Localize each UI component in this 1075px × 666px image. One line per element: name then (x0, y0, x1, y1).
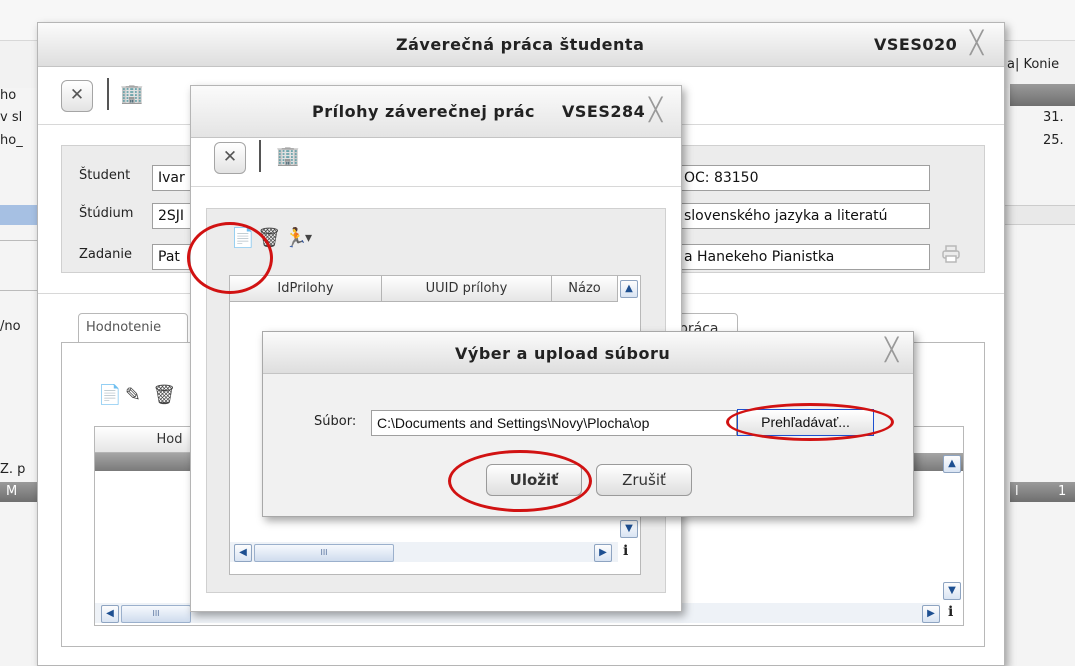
attachments-scroll-thumb[interactable]: III (254, 544, 394, 562)
background-fragment: v sl (0, 110, 23, 125)
browse-button-label: Prehľadávať... (761, 414, 850, 430)
save-button[interactable]: Uložiť (486, 464, 582, 496)
attachments-window-close-icon[interactable]: ╳ (649, 98, 662, 123)
study-field-right[interactable]: slovenského jazyka a literatú (678, 203, 930, 229)
organization-tree-icon[interactable]: 🏢 (276, 147, 300, 166)
delete-icon[interactable]: 🗑 (152, 386, 176, 405)
scroll-up-icon: ▲ (948, 458, 956, 469)
attachments-scroll-right-button[interactable]: ▶ (594, 544, 612, 562)
background-value: 31. (1043, 110, 1064, 125)
background-value: 25. (1043, 133, 1064, 148)
scroll-right-icon: ▶ (927, 608, 935, 619)
main-window-title: Záverečná práca študenta (396, 35, 645, 54)
column-uuid[interactable]: UUID prílohy (382, 276, 552, 302)
add-attachment-icon[interactable]: 📄 (231, 229, 255, 248)
attachments-scroll-up-button[interactable]: ▲ (620, 280, 638, 298)
save-button-label: Uložiť (509, 471, 559, 489)
chevron-down-icon[interactable]: ▾ (305, 231, 312, 245)
study-label: Štúdium (79, 206, 134, 221)
background-fragment: M (6, 484, 18, 499)
scroll-left-icon: ◀ (239, 547, 247, 558)
tab-hodnotenie[interactable]: Hodnotenie (78, 313, 188, 343)
grid-column-label: Hod (156, 432, 183, 447)
background-line (0, 240, 40, 241)
background-right-panel (1000, 205, 1075, 225)
attachments-info-icon[interactable]: i (623, 543, 628, 559)
background-fragment: ho_ (0, 133, 23, 148)
assignment-field-right[interactable]: a Hanekeho Pianistka (678, 244, 930, 270)
attachments-window-title: Prílohy záverečnej prác (312, 102, 536, 121)
scroll-left-icon: ◀ (106, 608, 114, 619)
browse-button[interactable]: Prehľadávať... (737, 409, 874, 436)
grid-info-icon[interactable]: i (948, 604, 953, 620)
background-column-header: a| Konie (1007, 57, 1060, 72)
grid-scroll-left-button[interactable]: ◀ (101, 605, 119, 623)
background-value: l (1015, 484, 1019, 499)
background-fragment: /no (0, 319, 21, 334)
scroll-up-icon: ▲ (625, 283, 633, 294)
delete-attachment-icon[interactable]: 🗑 (257, 229, 281, 248)
grid-scroll-up-button[interactable]: ▲ (943, 455, 961, 473)
file-path-input[interactable]: C:\Documents and Settings\Novy\Plocha\op (371, 410, 737, 436)
cancel-button[interactable]: Zrušiť (596, 464, 692, 496)
background-selection-bar (0, 205, 40, 225)
scroll-down-icon: ▼ (948, 585, 956, 596)
scroll-right-icon: ▶ (599, 547, 607, 558)
column-idprilohy[interactable]: IdPrilohy (230, 276, 382, 302)
column-idprilohy-label: IdPrilohy (277, 281, 334, 296)
background-line (0, 290, 40, 291)
attachments-scroll-left-button[interactable]: ◀ (234, 544, 252, 562)
scroll-down-icon: ▼ (625, 523, 633, 534)
attachments-close-button[interactable]: ✕ (214, 142, 246, 174)
main-window-close-icon[interactable]: ╳ (970, 31, 983, 56)
grid-scroll-down-button[interactable]: ▼ (943, 582, 961, 600)
background-dark-bar-right (1010, 84, 1075, 106)
attachments-window-title-bar[interactable]: Prílohy záverečnej prác VSES284 ╳ (191, 86, 681, 138)
grid-scroll-right-button[interactable]: ▶ (922, 605, 940, 623)
column-nazov-label: Názo (568, 281, 601, 296)
grid-scroll-thumb[interactable]: III (121, 605, 191, 623)
upload-dialog-title: Výber a upload súboru (455, 344, 671, 363)
tab-hodnotenie-label: Hodnotenie (86, 320, 162, 335)
background-value: 1 (1058, 484, 1067, 499)
main-close-button[interactable]: ✕ (61, 80, 93, 112)
toolbar-separator (259, 140, 261, 172)
assignment-label: Zadanie (79, 247, 132, 262)
attachments-window-code: VSES284 (562, 102, 646, 121)
edit-icon[interactable]: ✎ (125, 386, 141, 405)
student-label: Študent (79, 168, 131, 183)
column-nazov[interactable]: Názo (552, 276, 618, 302)
attachments-scroll-down-button[interactable]: ▼ (620, 520, 638, 538)
column-uuid-label: UUID prílohy (425, 281, 508, 296)
student-field-right[interactable]: OC: 83150 (678, 165, 930, 191)
scroll-grip-icon: III (320, 548, 328, 557)
background-fragment: ho (0, 88, 17, 103)
cancel-button-label: Zrušiť (622, 471, 666, 489)
add-document-icon[interactable]: 📄 (98, 386, 122, 405)
main-window-code: VSES020 (874, 35, 958, 54)
upload-dialog: Výber a upload súboru ╳ Súbor: C:\Docume… (262, 331, 914, 517)
upload-dialog-close-icon[interactable]: ╳ (885, 338, 898, 363)
file-label: Súbor: (314, 414, 357, 429)
main-window-title-bar[interactable]: Záverečná práca študenta VSES020 ╳ (38, 23, 1004, 67)
attachments-divider (191, 186, 681, 187)
close-icon: ✕ (222, 147, 238, 167)
scroll-grip-icon: III (152, 609, 160, 618)
print-icon[interactable] (941, 244, 961, 264)
background-fragment: Z. p (0, 462, 26, 477)
close-icon: ✕ (69, 85, 85, 105)
organization-tree-icon[interactable]: 🏢 (120, 85, 144, 104)
toolbar-separator (107, 78, 109, 110)
upload-dialog-title-bar[interactable]: Výber a upload súboru ╳ (263, 332, 913, 374)
